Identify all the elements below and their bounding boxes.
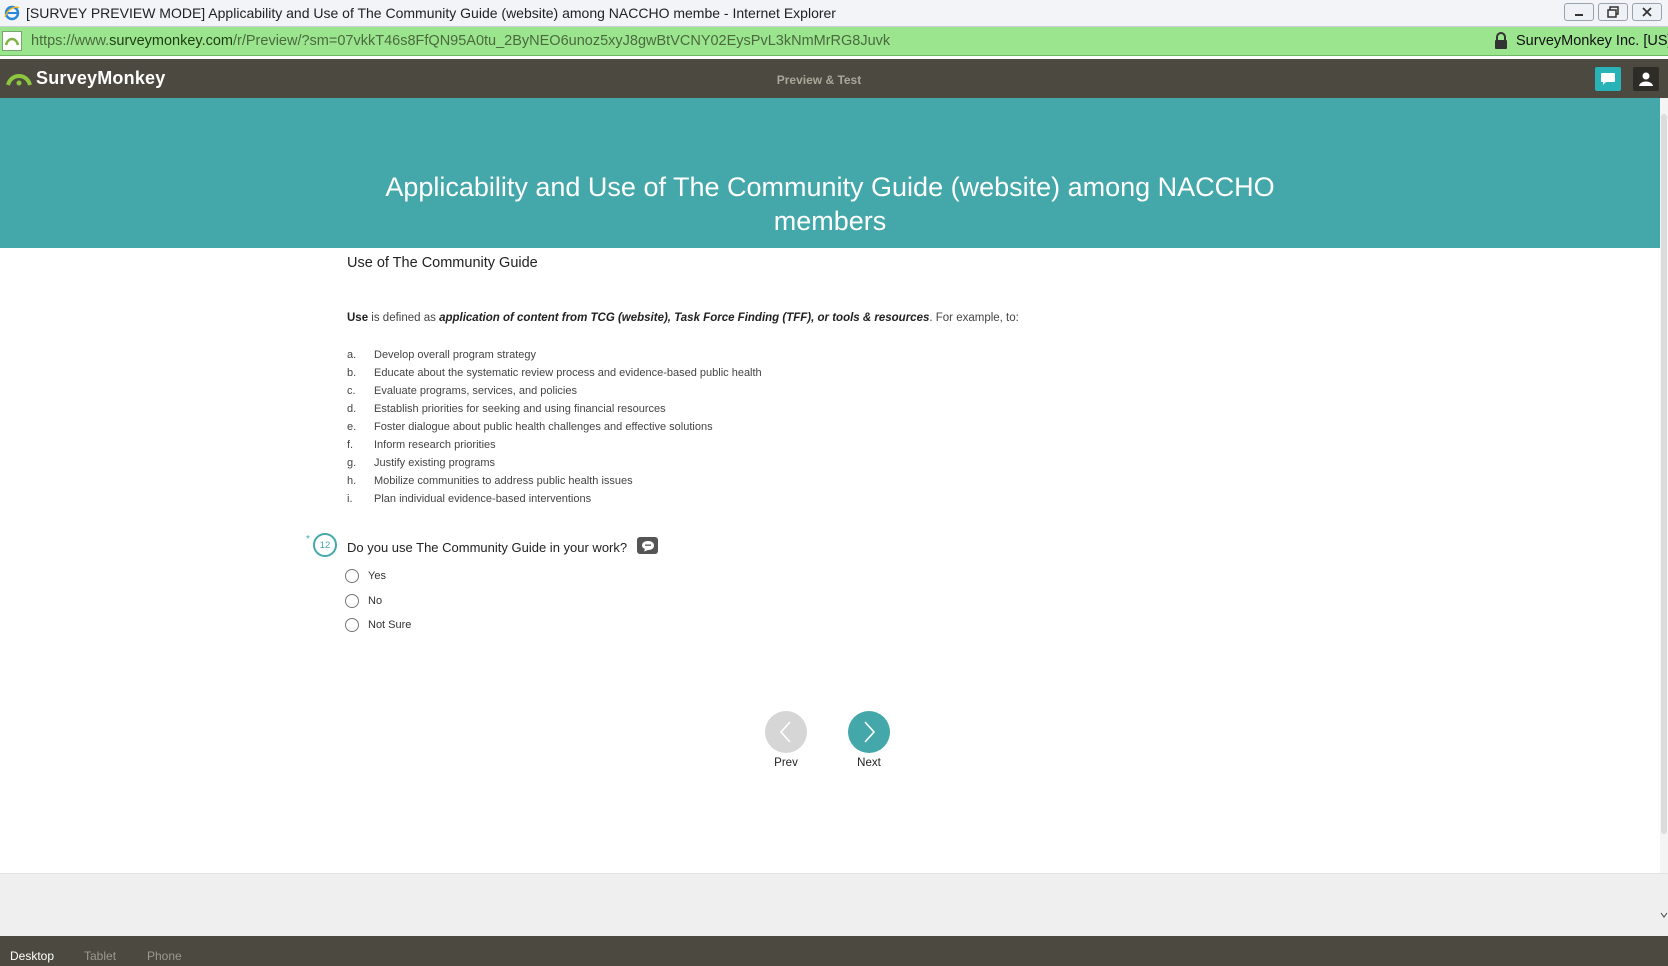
window-title: [SURVEY PREVIEW MODE] Applicability and … <box>26 5 836 21</box>
definition-term: Use <box>347 312 369 324</box>
minimize-icon <box>1575 14 1583 16</box>
url-path: /r/Preview/?sm=07vkkT46s8FfQN95A0tu_2ByN… <box>233 33 891 49</box>
lock-icon[interactable] <box>1493 32 1509 50</box>
url-scheme: https://www. <box>31 33 110 49</box>
option-label: Yes <box>368 570 386 582</box>
device-toggle-bar: Desktop Tablet Phone <box>0 936 1668 966</box>
vertical-scrollbar[interactable] <box>1660 98 1668 873</box>
prev-label[interactable]: Prev <box>756 757 816 769</box>
list-item: g. Justify existing programs <box>347 454 762 472</box>
list-item: c. Evaluate programs, services, and polic… <box>347 382 762 400</box>
survey-page: Use of The Community Guide Use is define… <box>0 248 1660 873</box>
window-title-bar: [SURVEY PREVIEW MODE] Applicability and … <box>0 0 1668 27</box>
option-label: No <box>368 595 383 607</box>
question-comment-button[interactable] <box>637 537 658 554</box>
use-definition: Use is defined as application of content… <box>347 312 1019 324</box>
list-item: h. Mobilize communities to address public… <box>347 472 762 490</box>
list-letter: h. <box>347 475 357 487</box>
minimize-button[interactable] <box>1564 3 1594 21</box>
option-no[interactable]: No <box>345 594 382 608</box>
next-label[interactable]: Next <box>839 757 899 769</box>
list-text: Educate about the systematic review proc… <box>374 367 762 379</box>
list-text: Mobilize communities to address public h… <box>374 475 633 487</box>
list-item: b. Educate about the systematic review pr… <box>347 364 762 382</box>
list-text: Plan individual evidence-based intervent… <box>374 493 592 505</box>
list-letter: d. <box>347 403 357 415</box>
list-text: Evaluate programs, services, and policie… <box>374 385 577 397</box>
list-text: Develop overall program strategy <box>374 349 537 361</box>
page-icon <box>2 31 22 51</box>
scroll-down-arrow-icon[interactable] <box>1660 912 1668 918</box>
example-list: a. Develop overall program strategy b. Edu… <box>347 346 762 508</box>
radio-button[interactable] <box>345 618 359 632</box>
user-icon <box>1639 72 1653 86</box>
definition-emphasis: application of content from TCG (website… <box>439 312 930 324</box>
list-text: Establish priorities for seeking and usi… <box>374 403 666 415</box>
list-letter: e. <box>347 421 357 433</box>
list-item: d. Establish priorities for seeking and u… <box>347 400 762 418</box>
list-item: f. Inform research priorities <box>347 436 762 454</box>
close-button[interactable] <box>1632 3 1662 21</box>
list-item: e. Foster dialogue about public health ch… <box>347 418 762 436</box>
restore-icon <box>1607 6 1619 18</box>
chevron-right-icon <box>864 721 876 743</box>
url-host: surveymonkey.com <box>109 33 233 49</box>
tab-phone[interactable]: Phone <box>147 949 182 963</box>
feedback-button[interactable] <box>1595 67 1621 91</box>
required-marker: * <box>306 534 310 545</box>
option-label: Not Sure <box>368 619 412 631</box>
chevron-left-icon <box>779 721 791 743</box>
list-text: Foster dialogue about public health chal… <box>374 421 713 433</box>
surveymonkey-favicon-icon <box>4 37 20 46</box>
list-text: Justify existing programs <box>374 457 496 469</box>
option-yes[interactable]: Yes <box>345 569 386 583</box>
radio-button[interactable] <box>345 594 359 608</box>
survey-header: Applicability and Use of The Community G… <box>0 98 1660 248</box>
address-url[interactable]: https://www.surveymonkey.com/r/Preview/?… <box>31 33 890 49</box>
account-button[interactable] <box>1633 67 1659 91</box>
prev-button[interactable] <box>765 711 807 753</box>
radio-button[interactable] <box>345 569 359 583</box>
window-controls <box>1564 3 1662 21</box>
definition-middle: is defined as <box>368 312 440 324</box>
address-bar[interactable]: https://www.surveymonkey.com/r/Preview/?… <box>0 27 1668 56</box>
list-text: Inform research priorities <box>374 439 496 451</box>
survey-title: Applicability and Use of The Community G… <box>385 172 1275 236</box>
list-letter: a. <box>347 349 357 361</box>
section-title: Use of The Community Guide <box>347 255 538 271</box>
certificate-label[interactable]: SurveyMonkey Inc. [US] <box>1516 33 1668 49</box>
preview-mode-label: Preview & Test <box>776 73 862 87</box>
list-letter: b. <box>347 367 357 379</box>
close-icon <box>1642 7 1652 17</box>
list-letter: f. <box>347 439 354 451</box>
scrollbar-thumb[interactable] <box>1661 114 1667 834</box>
list-letter: i. <box>347 493 353 505</box>
next-button[interactable] <box>848 711 890 753</box>
chat-bubble-icon <box>1601 73 1615 85</box>
restore-button[interactable] <box>1598 3 1628 21</box>
surveymonkey-toolbar: SurveyMonkey Preview & Test <box>0 59 1668 98</box>
question-number: 12 <box>313 533 337 557</box>
list-item: i. Plan individual evidence-based interve… <box>347 490 762 508</box>
list-letter: g. <box>347 457 357 469</box>
list-letter: c. <box>347 385 356 397</box>
list-item: a. Develop overall program strategy <box>347 346 762 364</box>
internet-explorer-icon <box>4 5 20 21</box>
option-not-sure[interactable]: Not Sure <box>345 618 411 632</box>
tab-desktop[interactable]: Desktop <box>10 949 54 963</box>
definition-tail: . For example, to: <box>929 312 1019 324</box>
comment-icon <box>641 540 654 551</box>
preview-footer-area <box>0 873 1668 937</box>
question-text: Do you use The Community Guide in your w… <box>347 540 628 555</box>
tab-tablet[interactable]: Tablet <box>84 949 116 963</box>
